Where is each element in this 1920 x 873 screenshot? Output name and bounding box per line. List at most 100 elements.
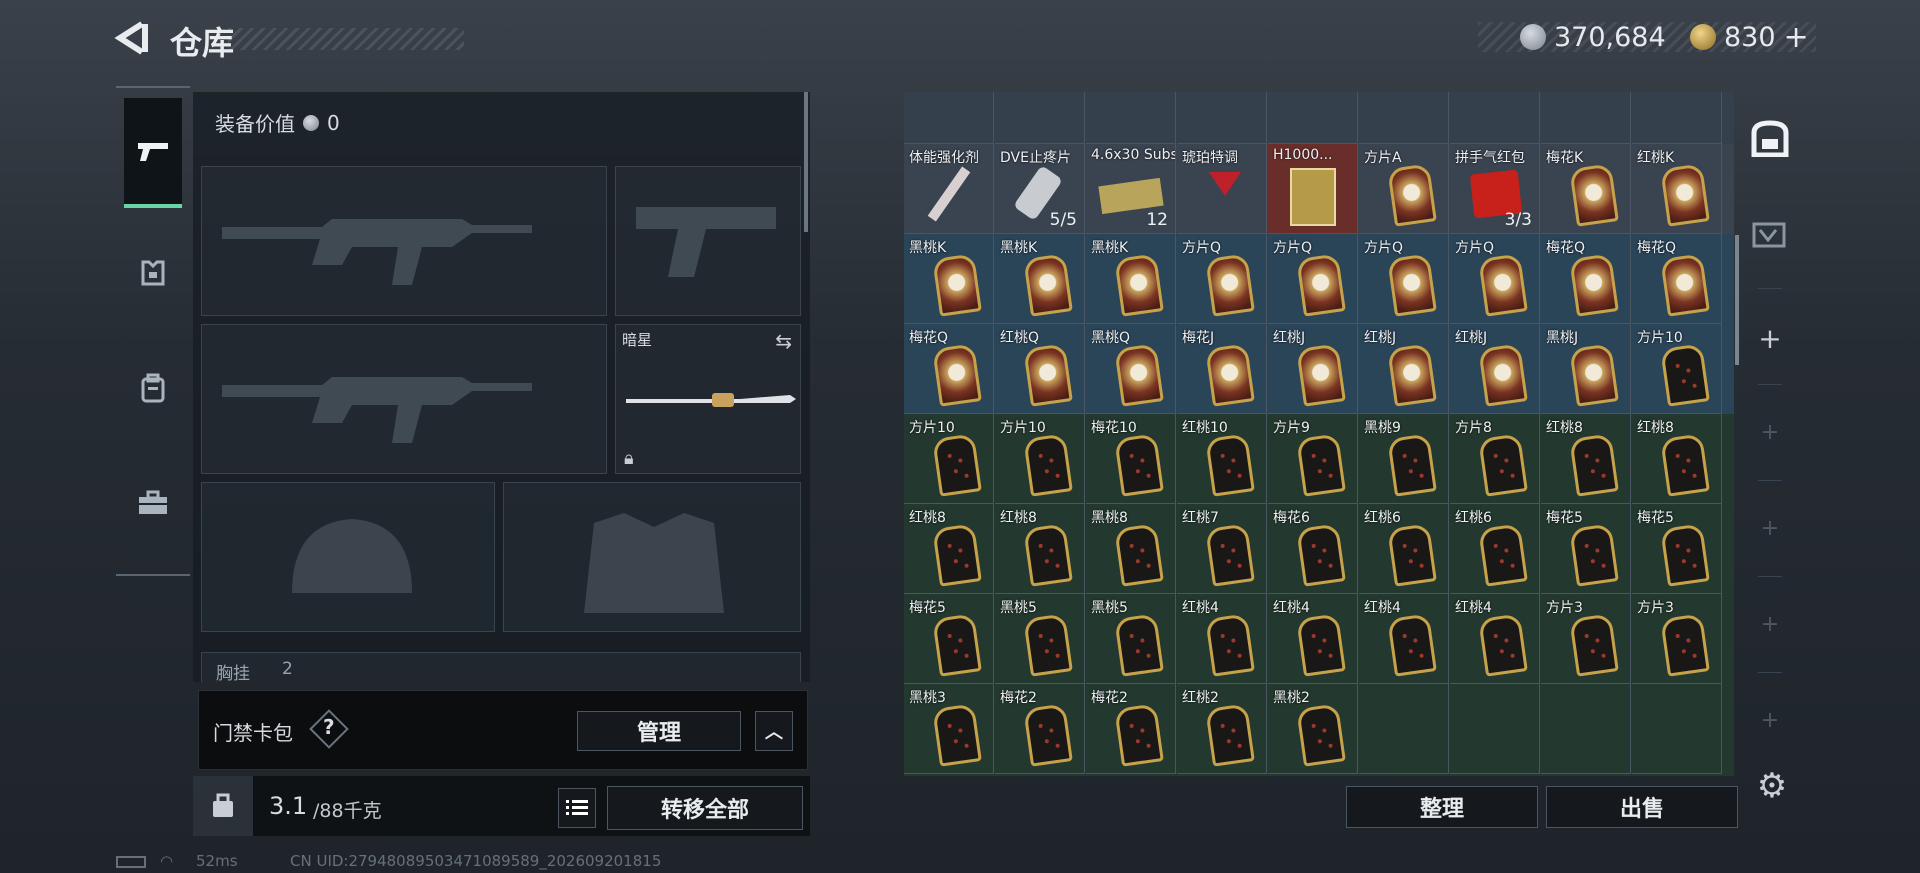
inventory-cell[interactable] xyxy=(1177,92,1267,144)
inventory-item[interactable]: 拼手气红包 3/3 xyxy=(1450,144,1540,234)
secondary-weapon-slot[interactable] xyxy=(201,324,607,474)
inventory-item[interactable]: 黑桃K xyxy=(1086,234,1176,324)
inventory-item[interactable]: 方片Q xyxy=(1268,234,1358,324)
inventory-item[interactable]: 黑桃K xyxy=(995,234,1085,324)
inventory-cell[interactable] xyxy=(1450,92,1540,144)
inventory-item[interactable]: 红桃Q xyxy=(995,324,1085,414)
chest-rig-slot[interactable]: 胸挂 2 xyxy=(201,652,801,684)
inventory-item[interactable]: 红桃J xyxy=(1268,324,1358,414)
back-arrow-icon[interactable] xyxy=(112,18,152,58)
inventory-item[interactable]: 梅花K xyxy=(1541,144,1631,234)
inventory-item[interactable]: 梅花2 xyxy=(995,684,1085,774)
helmet-slot[interactable] xyxy=(201,482,495,632)
inventory-item[interactable]: 红桃J xyxy=(1450,324,1540,414)
inventory-cell[interactable] xyxy=(1541,684,1631,774)
inventory-item[interactable]: 体能强化剂 xyxy=(904,144,994,234)
inventory-cell[interactable] xyxy=(1086,92,1176,144)
inventory-item[interactable]: 琥珀特调 xyxy=(1177,144,1267,234)
inventory-item[interactable]: 方片Q xyxy=(1359,234,1449,324)
inventory-item[interactable]: 方片Q xyxy=(1450,234,1540,324)
inventory-item[interactable]: 黑桃8 xyxy=(1086,504,1176,594)
inventory-item[interactable]: 红桃6 xyxy=(1359,504,1449,594)
inventory-item[interactable]: 红桃4 xyxy=(1177,594,1267,684)
inventory-item[interactable]: 梅花10 xyxy=(1086,414,1176,504)
expand-button[interactable]: ︿ xyxy=(755,711,793,751)
inventory-item[interactable]: 梅花Q xyxy=(904,324,994,414)
inventory-cell[interactable] xyxy=(904,92,994,144)
inventory-item[interactable]: 黑桃3 xyxy=(904,684,994,774)
inventory-item[interactable]: 梅花Q xyxy=(1541,234,1631,324)
panel-scrollbar[interactable] xyxy=(804,92,808,232)
currency-gold[interactable]: 830 + xyxy=(1690,20,1809,55)
list-view-button[interactable] xyxy=(558,788,596,828)
inventory-item[interactable]: 红桃8 xyxy=(904,504,994,594)
safebox-tab[interactable] xyxy=(1746,114,1794,162)
organize-button[interactable]: 整理 xyxy=(1346,786,1538,828)
inventory-cell[interactable] xyxy=(1632,92,1722,144)
settings-gear-icon[interactable]: ⚙ xyxy=(1752,766,1792,806)
inventory-item[interactable]: 方片9 xyxy=(1268,414,1358,504)
ticket-tab[interactable] xyxy=(1746,212,1794,260)
inventory-item[interactable]: 黑桃K xyxy=(904,234,994,324)
inventory-item[interactable]: 梅花J xyxy=(1177,324,1267,414)
inventory-item[interactable]: 梅花5 xyxy=(1632,504,1722,594)
inventory-item[interactable]: 黑桃Q xyxy=(1086,324,1176,414)
inventory-cell[interactable] xyxy=(1268,92,1358,144)
inventory-item[interactable]: 梅花5 xyxy=(1541,504,1631,594)
swap-icon[interactable]: ⇆ xyxy=(775,329,792,353)
inventory-item[interactable]: 红桃8 xyxy=(995,504,1085,594)
pistol-slot[interactable] xyxy=(615,166,801,316)
inventory-cell[interactable] xyxy=(1450,684,1540,774)
grid-scroll-thumb[interactable] xyxy=(1735,235,1739,365)
inventory-item[interactable]: 黑桃9 xyxy=(1359,414,1449,504)
tab-backpack[interactable] xyxy=(124,333,182,443)
inventory-item[interactable]: 红桃8 xyxy=(1632,414,1722,504)
help-icon[interactable]: ? xyxy=(323,715,335,739)
inventory-item[interactable]: 方片10 xyxy=(904,414,994,504)
inventory-item[interactable]: 方片3 xyxy=(1632,594,1722,684)
inventory-item[interactable]: 梅花5 xyxy=(904,594,994,684)
inventory-item[interactable]: 红桃J xyxy=(1359,324,1449,414)
inventory-item[interactable]: 红桃4 xyxy=(1450,594,1540,684)
tab-weapons[interactable] xyxy=(124,98,182,208)
inventory-item[interactable]: 红桃8 xyxy=(1541,414,1631,504)
inventory-item[interactable]: 方片Q xyxy=(1177,234,1267,324)
inventory-cell[interactable] xyxy=(995,92,1085,144)
add-container-button[interactable]: + xyxy=(1746,600,1794,648)
inventory-item[interactable]: 红桃10 xyxy=(1177,414,1267,504)
melee-slot[interactable]: 暗星 ⇆ 🔒︎ xyxy=(615,324,801,474)
inventory-item[interactable]: 方片3 xyxy=(1541,594,1631,684)
inventory-item[interactable]: 4.6x30 Subsonic 12 xyxy=(1086,144,1176,234)
primary-weapon-slot[interactable] xyxy=(201,166,607,316)
inventory-cell[interactable] xyxy=(1541,92,1631,144)
add-container-button[interactable]: + xyxy=(1746,408,1794,456)
inventory-item[interactable]: 方片10 xyxy=(1632,324,1722,414)
add-container-button[interactable]: + xyxy=(1746,314,1794,362)
inventory-item[interactable]: 黑桃2 xyxy=(1268,684,1358,774)
sell-button[interactable]: 出售 xyxy=(1546,786,1738,828)
inventory-item[interactable]: 红桃7 xyxy=(1177,504,1267,594)
manage-button[interactable]: 管理 xyxy=(577,711,741,751)
body-armor-slot[interactable] xyxy=(503,482,801,632)
inventory-item[interactable]: 红桃4 xyxy=(1268,594,1358,684)
inventory-cell[interactable] xyxy=(1632,684,1722,774)
inventory-item[interactable]: 黑桃5 xyxy=(1086,594,1176,684)
inventory-item[interactable]: 黑桃5 xyxy=(995,594,1085,684)
inventory-item[interactable]: 黑桃J xyxy=(1541,324,1631,414)
tab-armor[interactable] xyxy=(124,218,182,328)
inventory-item[interactable]: 红桃2 xyxy=(1177,684,1267,774)
inventory-grid[interactable]: 体能强化剂 DVE止疼片 5/5 4.6x30 Subsonic 12 琥珀特调 H1000… xyxy=(904,92,1734,776)
add-container-button[interactable]: + xyxy=(1746,504,1794,552)
inventory-item[interactable]: 梅花6 xyxy=(1268,504,1358,594)
inventory-item[interactable]: 方片A xyxy=(1359,144,1449,234)
inventory-item[interactable]: 方片10 xyxy=(995,414,1085,504)
add-container-button[interactable]: + xyxy=(1746,696,1794,744)
inventory-cell[interactable] xyxy=(1359,92,1449,144)
inventory-item[interactable]: 红桃K xyxy=(1632,144,1722,234)
inventory-item[interactable]: H1000... xyxy=(1268,144,1358,234)
inventory-item[interactable]: 梅花Q xyxy=(1632,234,1722,324)
inventory-item[interactable]: 方片8 xyxy=(1450,414,1540,504)
tab-case[interactable] xyxy=(124,448,182,558)
inventory-item[interactable]: DVE止疼片 5/5 xyxy=(995,144,1085,234)
inventory-item[interactable]: 红桃4 xyxy=(1359,594,1449,684)
